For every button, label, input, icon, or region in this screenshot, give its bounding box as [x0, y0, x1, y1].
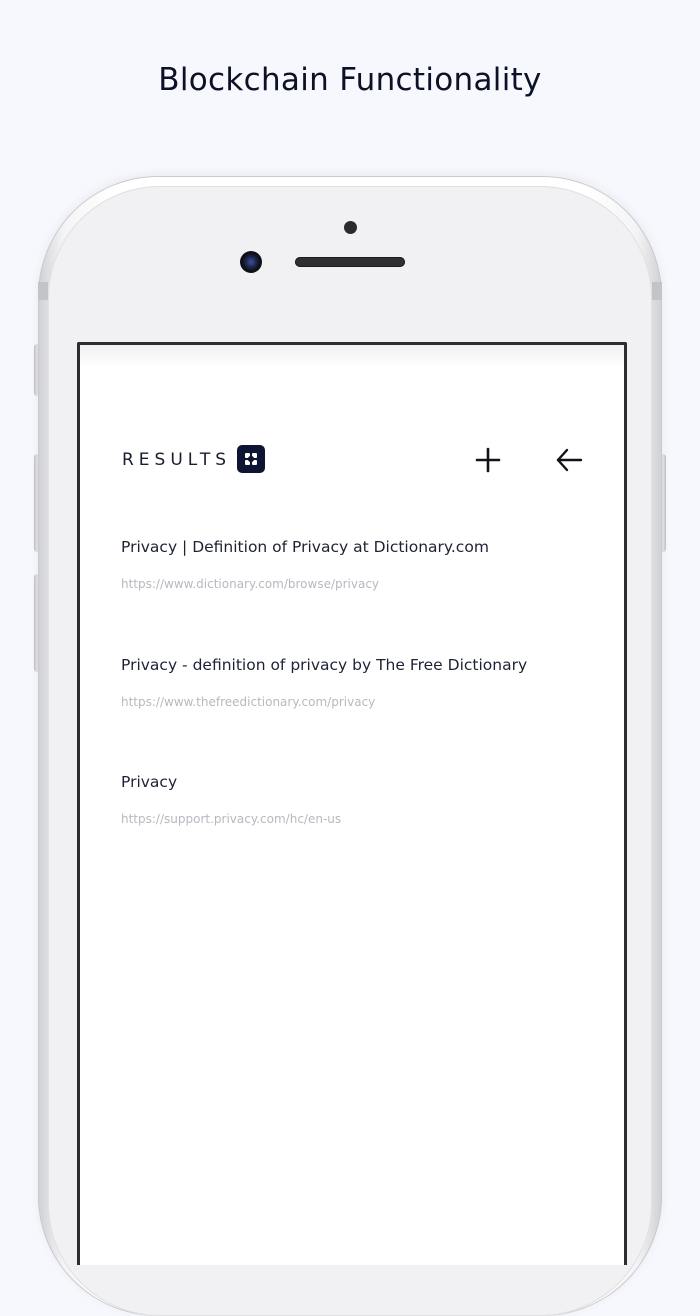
result-title-link[interactable]: Privacy - definition of privacy by The F…	[121, 656, 527, 674]
result-title-link[interactable]: Privacy	[121, 773, 177, 791]
antenna-band-left	[38, 282, 48, 300]
result-url: https://support.privacy.com/hc/en-us	[121, 812, 342, 826]
front-camera	[240, 251, 262, 273]
antenna-band-right	[652, 282, 662, 300]
back-button[interactable]	[554, 445, 584, 475]
result-item[interactable]: Privacy https://support.privacy.com/hc/e…	[121, 770, 591, 888]
app-header: RESULTS	[122, 443, 592, 479]
result-url: https://www.thefreedictionary.com/privac…	[121, 694, 376, 709]
result-title-link[interactable]: Privacy | Definition of Privacy at Dicti…	[121, 538, 489, 556]
app-logo-icon	[237, 445, 265, 473]
earpiece-speaker	[295, 257, 405, 267]
proximity-sensor	[344, 221, 357, 234]
result-url: https://www.dictionary.com/browse/privac…	[121, 577, 380, 591]
arrow-left-icon	[556, 448, 583, 472]
page-title: RESULTS	[122, 450, 232, 470]
results-list: Privacy | Definition of Privacy at Dicti…	[121, 535, 591, 888]
screen-top-shade	[80, 345, 624, 367]
phone-screen: RESULTS Privacy | Definition of Privacy …	[77, 342, 627, 1265]
add-button[interactable]	[473, 445, 503, 475]
page-headline: Blockchain Functionality	[158, 62, 542, 98]
result-item[interactable]: Privacy | Definition of Privacy at Dicti…	[121, 535, 591, 653]
result-item[interactable]: Privacy - definition of privacy by The F…	[121, 653, 591, 771]
plus-icon	[475, 447, 501, 473]
